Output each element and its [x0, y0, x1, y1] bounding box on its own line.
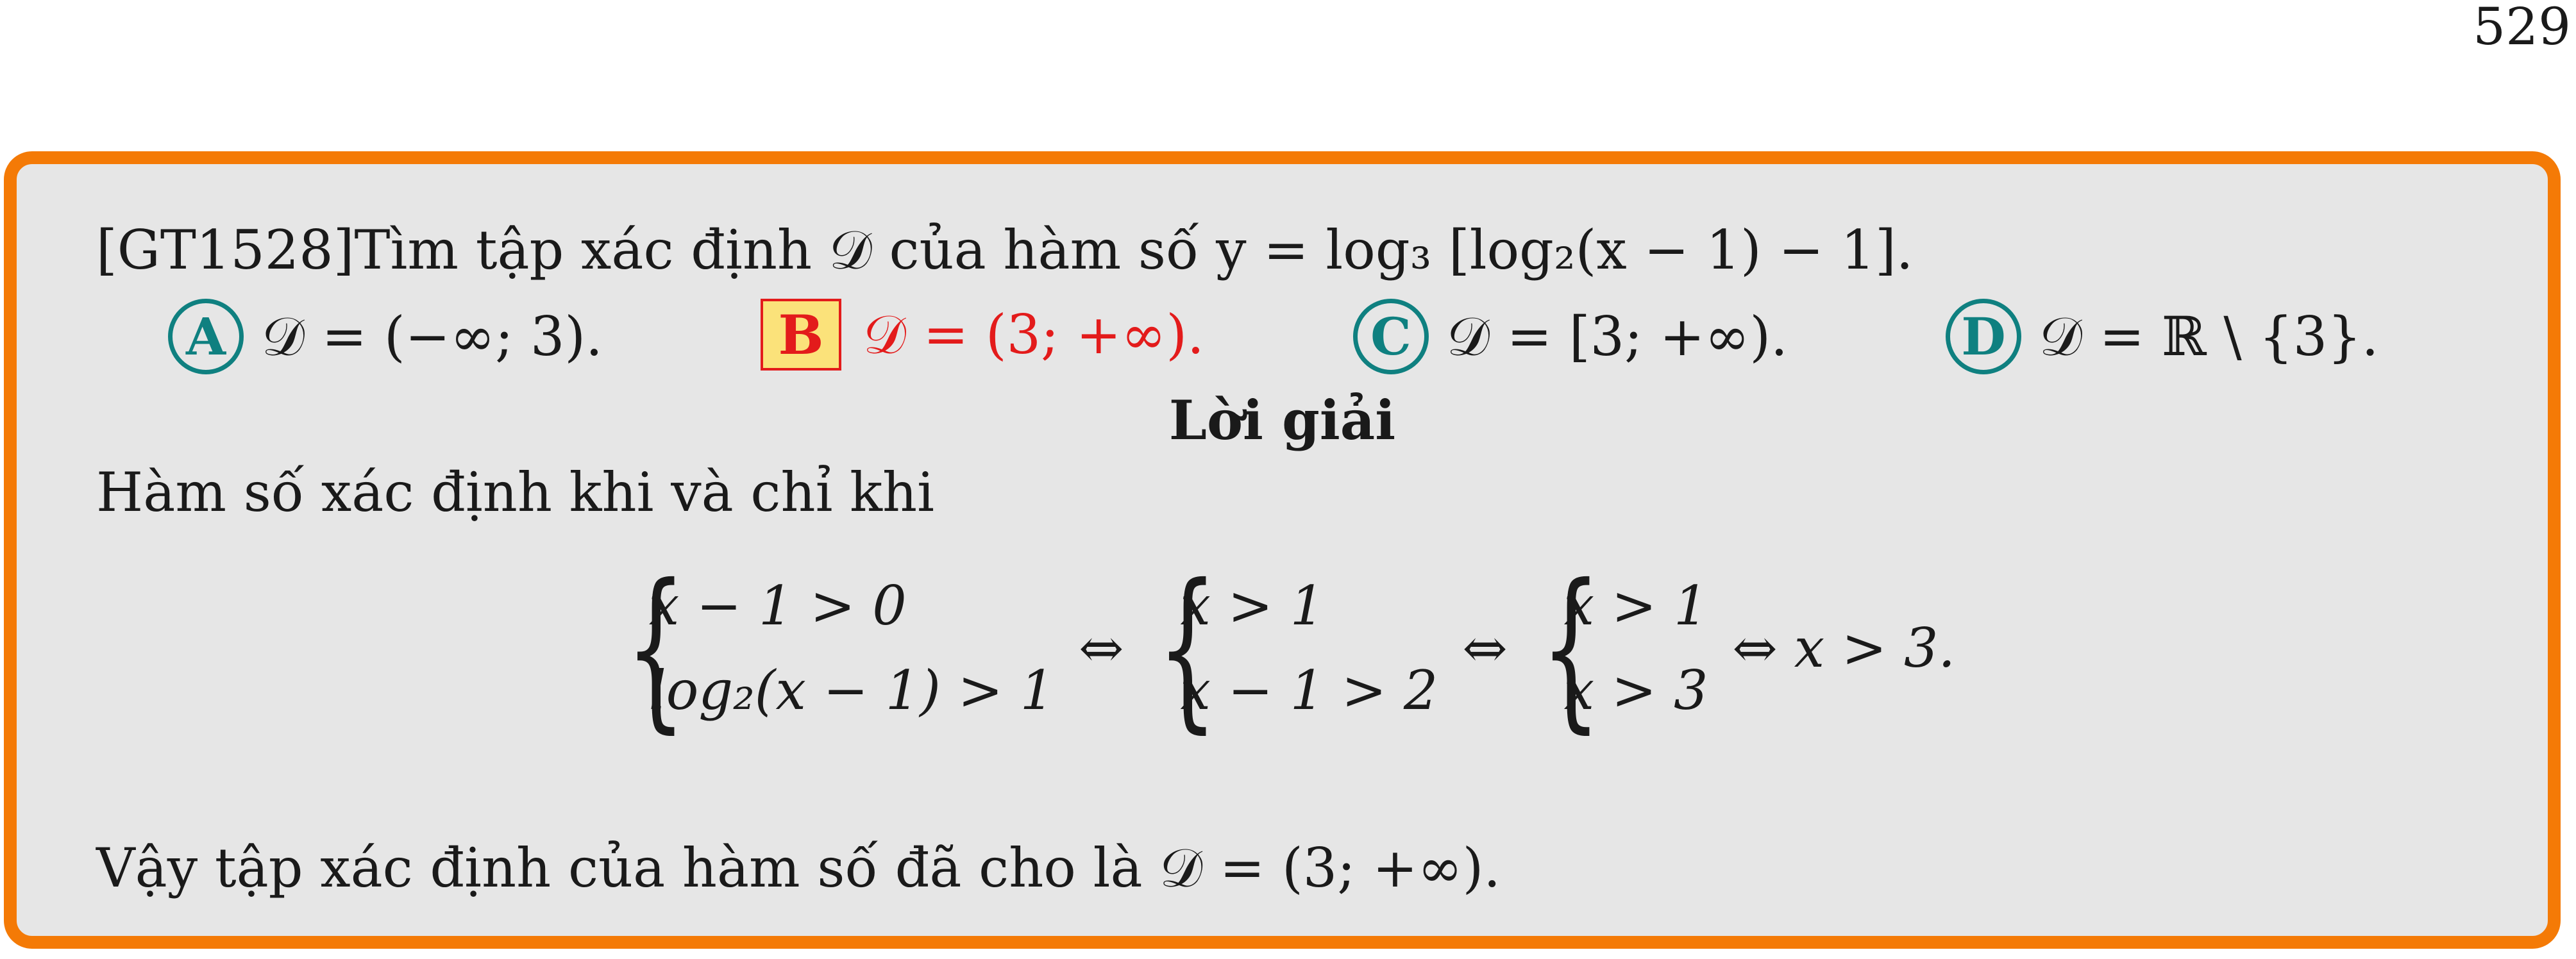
choice-c[interactable]: C 𝒟 = [3; +∞).: [1353, 299, 1788, 374]
choice-c-text: 𝒟 = [3; +∞).: [1447, 304, 1788, 368]
result: x > 3.: [1794, 617, 1956, 680]
system-2-row-1: x > 1: [1180, 574, 1325, 637]
solution-heading: Lời giải: [1168, 388, 1396, 452]
question-code: [GT1528]: [96, 219, 355, 281]
question-line: [GT1528]Tìm tập xác định 𝒟 của hàm số y …: [96, 223, 1913, 277]
choice-a[interactable]: A 𝒟 = (−∞; 3).: [168, 299, 603, 374]
iff-symbol: ⇔: [1462, 617, 1508, 680]
question-text: Tìm tập xác định 𝒟 của hàm số y = log₃ […: [354, 219, 1914, 281]
choice-d-text: 𝒟 = ℝ \ {3}.: [2039, 304, 2379, 368]
left-brace: {: [1540, 547, 1601, 749]
choice-b-badge: B: [761, 299, 841, 371]
choice-b-text: 𝒟 = (3; +∞).: [863, 303, 1204, 366]
choice-d[interactable]: D 𝒟 = ℝ \ {3}.: [1946, 299, 2378, 374]
exercise-box: [GT1528]Tìm tập xác định 𝒟 của hàm số y …: [4, 151, 2561, 949]
page-number: 529: [2473, 0, 2571, 56]
choice-c-badge: C: [1353, 299, 1429, 374]
conclusion: Vậy tập xác định của hàm số đã cho là 𝒟 …: [96, 837, 1501, 899]
choice-a-text: 𝒟 = (−∞; 3).: [262, 304, 603, 368]
system-1-row-1: x − 1 > 0: [648, 574, 907, 637]
left-brace: {: [625, 547, 686, 749]
equation-chain: { x − 1 > 0 log₂(x − 1) > 1 ⇔ { x > 1 x …: [17, 562, 2548, 735]
iff-symbol: ⇔: [1079, 617, 1124, 680]
system-1-row-2: log₂(x − 1) > 1: [648, 659, 1055, 722]
system-1: { x − 1 > 0 log₂(x − 1) > 1: [617, 562, 1054, 735]
iff-symbol: ⇔: [1732, 617, 1778, 680]
system-2: { x > 1 x − 1 > 2: [1149, 562, 1438, 735]
choice-d-badge: D: [1946, 299, 2021, 374]
system-3: { x > 1 x > 3: [1532, 562, 1708, 735]
system-2-row-2: x − 1 > 2: [1180, 659, 1438, 722]
choice-a-badge: A: [168, 299, 244, 374]
choice-b[interactable]: B 𝒟 = (3; +∞).: [761, 299, 1204, 371]
left-brace: {: [1157, 547, 1218, 749]
solution-intro: Hàm số xác định khi và chỉ khi: [96, 461, 935, 524]
